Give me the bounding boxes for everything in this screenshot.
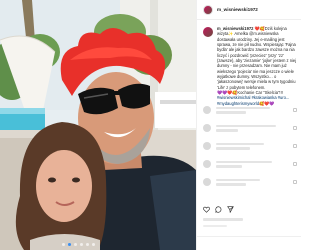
post-photo[interactable] [0, 0, 196, 250]
comment-like-icon[interactable] [293, 126, 297, 130]
caption-avatar-icon[interactable] [203, 27, 213, 37]
comment-avatar[interactable] [203, 178, 211, 186]
comment-avatar[interactable] [203, 142, 211, 150]
comment-icon[interactable] [215, 206, 222, 213]
post-caption: m_wisniewski1972 ❤️🥰Dziś kolejna wizyta✨… [203, 26, 298, 106]
add-comment-area[interactable] [197, 236, 301, 250]
share-icon[interactable] [227, 206, 234, 213]
comment-avatar[interactable] [203, 160, 211, 168]
comment-avatar[interactable] [203, 124, 211, 132]
carousel-dot[interactable] [62, 243, 65, 246]
carousel-dots [62, 243, 95, 246]
caption-text: ❤️🥰Dziś kolejna wizyta✨ Amelka @m.wisnie… [217, 26, 297, 90]
carousel-dot-active[interactable] [68, 243, 71, 246]
post-date-placeholder [203, 225, 227, 227]
heart-icon[interactable] [203, 206, 210, 213]
post-sidebar: m_wisniewski1972 m_wisniewski1972 ❤️🥰Dzi… [196, 0, 301, 250]
comment-row [203, 140, 297, 152]
comment-row [203, 176, 297, 188]
comment-like-icon[interactable] [293, 108, 297, 112]
comment-row [203, 104, 297, 116]
carousel-dot[interactable] [80, 243, 83, 246]
likes-count-placeholder [203, 218, 243, 221]
comment-like-icon[interactable] [293, 180, 297, 184]
comment-row [203, 158, 297, 170]
instagram-post: m_wisniewski1972 m_wisniewski1972 ❤️🥰Dzi… [0, 0, 301, 250]
comment-row [203, 122, 297, 134]
caption-username[interactable]: m_wisniewski1972 [217, 26, 253, 31]
avatar-icon[interactable] [203, 4, 213, 15]
header-username[interactable]: m_wisniewski1972 [217, 7, 258, 12]
post-actions [203, 206, 234, 213]
comment-like-icon[interactable] [293, 162, 297, 166]
caption-hashtags[interactable]: #wisniewskimichal #krakowianka #uro... [217, 95, 289, 100]
post-header: m_wisniewski1972 [197, 0, 301, 20]
photo-illustration [0, 0, 196, 250]
carousel-dot[interactable] [92, 243, 95, 246]
carousel-dot[interactable] [74, 243, 77, 246]
comment-avatar[interactable] [203, 106, 211, 114]
caption-body: m_wisniewski1972 ❤️🥰Dziś kolejna wizyta✨… [217, 26, 298, 106]
caption-emojis: 💜💜❤️🥰Kochanie Car "Skelcia"!!! [217, 90, 283, 96]
comment-like-icon[interactable] [293, 144, 297, 148]
carousel-dot[interactable] [86, 243, 89, 246]
